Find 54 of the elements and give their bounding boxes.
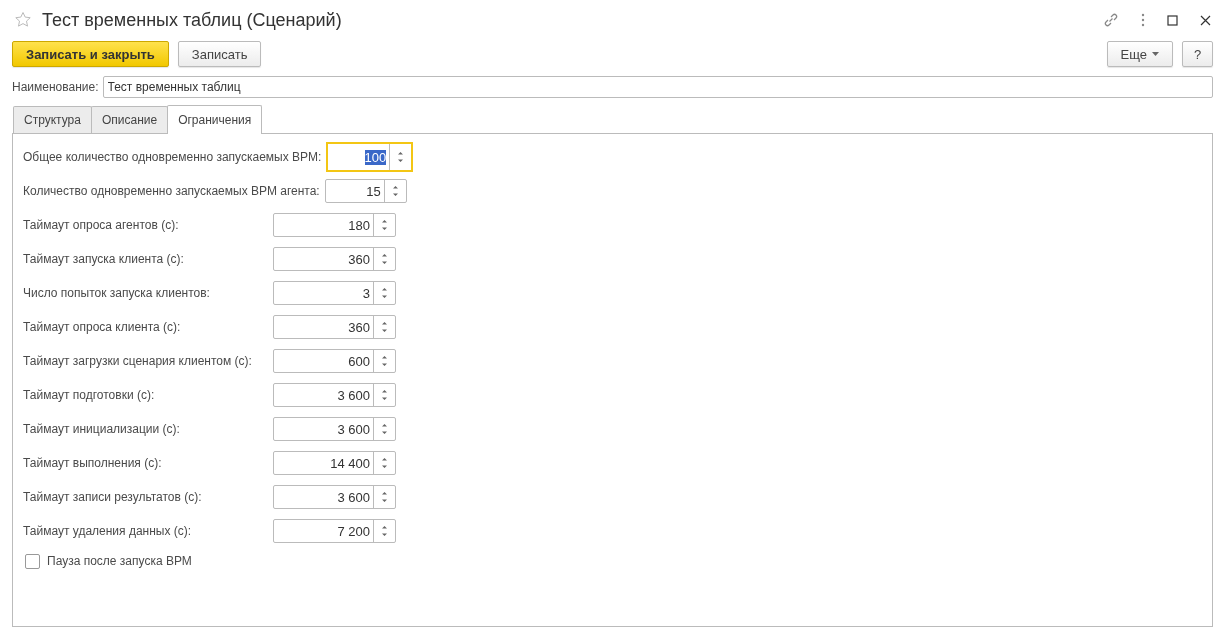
field-label: Таймаут инициализации (с): <box>23 422 181 436</box>
star-icon[interactable] <box>14 11 32 29</box>
spin-arrows-icon[interactable] <box>382 422 387 436</box>
field-label: Общее количество одновременно запускаемых ВРМ: <box>23 150 322 164</box>
number-field[interactable]: 600 <box>273 349 396 373</box>
spin-arrows-icon[interactable] <box>398 150 404 164</box>
number-field[interactable]: 360 <box>273 247 396 271</box>
field-label: Число попыток запуска клиентов: <box>23 286 211 300</box>
spin-arrows-icon[interactable] <box>382 252 387 266</box>
field-label: Таймаут записи результатов (с): <box>23 490 203 504</box>
caret-icon <box>1152 52 1159 56</box>
field-label: Таймаут опроса клиента (с): <box>23 320 182 334</box>
help-button[interactable]: ? <box>1182 41 1213 67</box>
field-label: Таймаут загрузки сценария клиентом (с): <box>23 354 253 368</box>
spin-arrows-icon[interactable] <box>382 320 387 334</box>
tab[interactable]: Структура <box>13 106 92 133</box>
spin-arrows-icon[interactable] <box>382 218 387 232</box>
name-field[interactable]: Тест временных таблиц <box>102 76 1213 98</box>
spin-arrows-icon[interactable] <box>382 490 387 504</box>
close-icon[interactable] <box>1200 14 1211 26</box>
more-icon[interactable] <box>1141 13 1145 27</box>
save-button[interactable]: Записать <box>177 41 262 67</box>
field-label: Таймаут выполнения (с): <box>23 456 163 470</box>
number-field[interactable]: 3 600 <box>273 485 396 509</box>
field-label: Количество одновременно запускаемых ВРМ агента: <box>23 184 320 198</box>
spin-arrows-icon[interactable] <box>382 456 387 470</box>
number-field[interactable]: 100 <box>326 142 414 172</box>
spin-arrows-icon[interactable] <box>382 354 387 368</box>
checkbox[interactable] <box>25 553 40 569</box>
field-label: Таймаут подготовки (с): <box>23 388 156 402</box>
tab[interactable]: Ограничения <box>167 105 263 134</box>
field-label: Таймаут опроса агентов (с): <box>23 218 180 232</box>
spin-arrows-icon[interactable] <box>382 286 387 300</box>
number-field[interactable]: 3 600 <box>273 383 396 407</box>
window-title: Тест временных таблиц (Сценарий) <box>42 9 342 31</box>
tab[interactable]: Описание <box>90 106 169 133</box>
spin-arrows-icon[interactable] <box>392 184 398 198</box>
spin-arrows-icon[interactable] <box>382 524 387 538</box>
number-field[interactable]: 3 600 <box>273 417 396 441</box>
number-field[interactable]: 7 200 <box>273 519 396 543</box>
number-field[interactable]: 360 <box>273 315 396 339</box>
field-label: Таймаут запуска клиента (с): <box>23 252 185 266</box>
number-field[interactable]: 15 <box>324 179 407 203</box>
name-label: Наименование: <box>12 80 99 94</box>
number-field[interactable]: 14 400 <box>273 451 396 475</box>
number-field[interactable]: 180 <box>273 213 396 237</box>
link-icon[interactable] <box>1103 12 1119 28</box>
more-button[interactable]: Еще <box>1106 41 1173 67</box>
maximize-icon[interactable] <box>1167 14 1178 26</box>
field-label: Таймаут удаления данных (с): <box>23 524 193 538</box>
save-close-button[interactable]: Записать и закрыть <box>12 41 169 67</box>
checkbox-label: Пауза после запуска ВРМ <box>47 554 192 568</box>
spin-arrows-icon[interactable] <box>382 388 387 402</box>
number-field[interactable]: 3 <box>273 281 396 305</box>
